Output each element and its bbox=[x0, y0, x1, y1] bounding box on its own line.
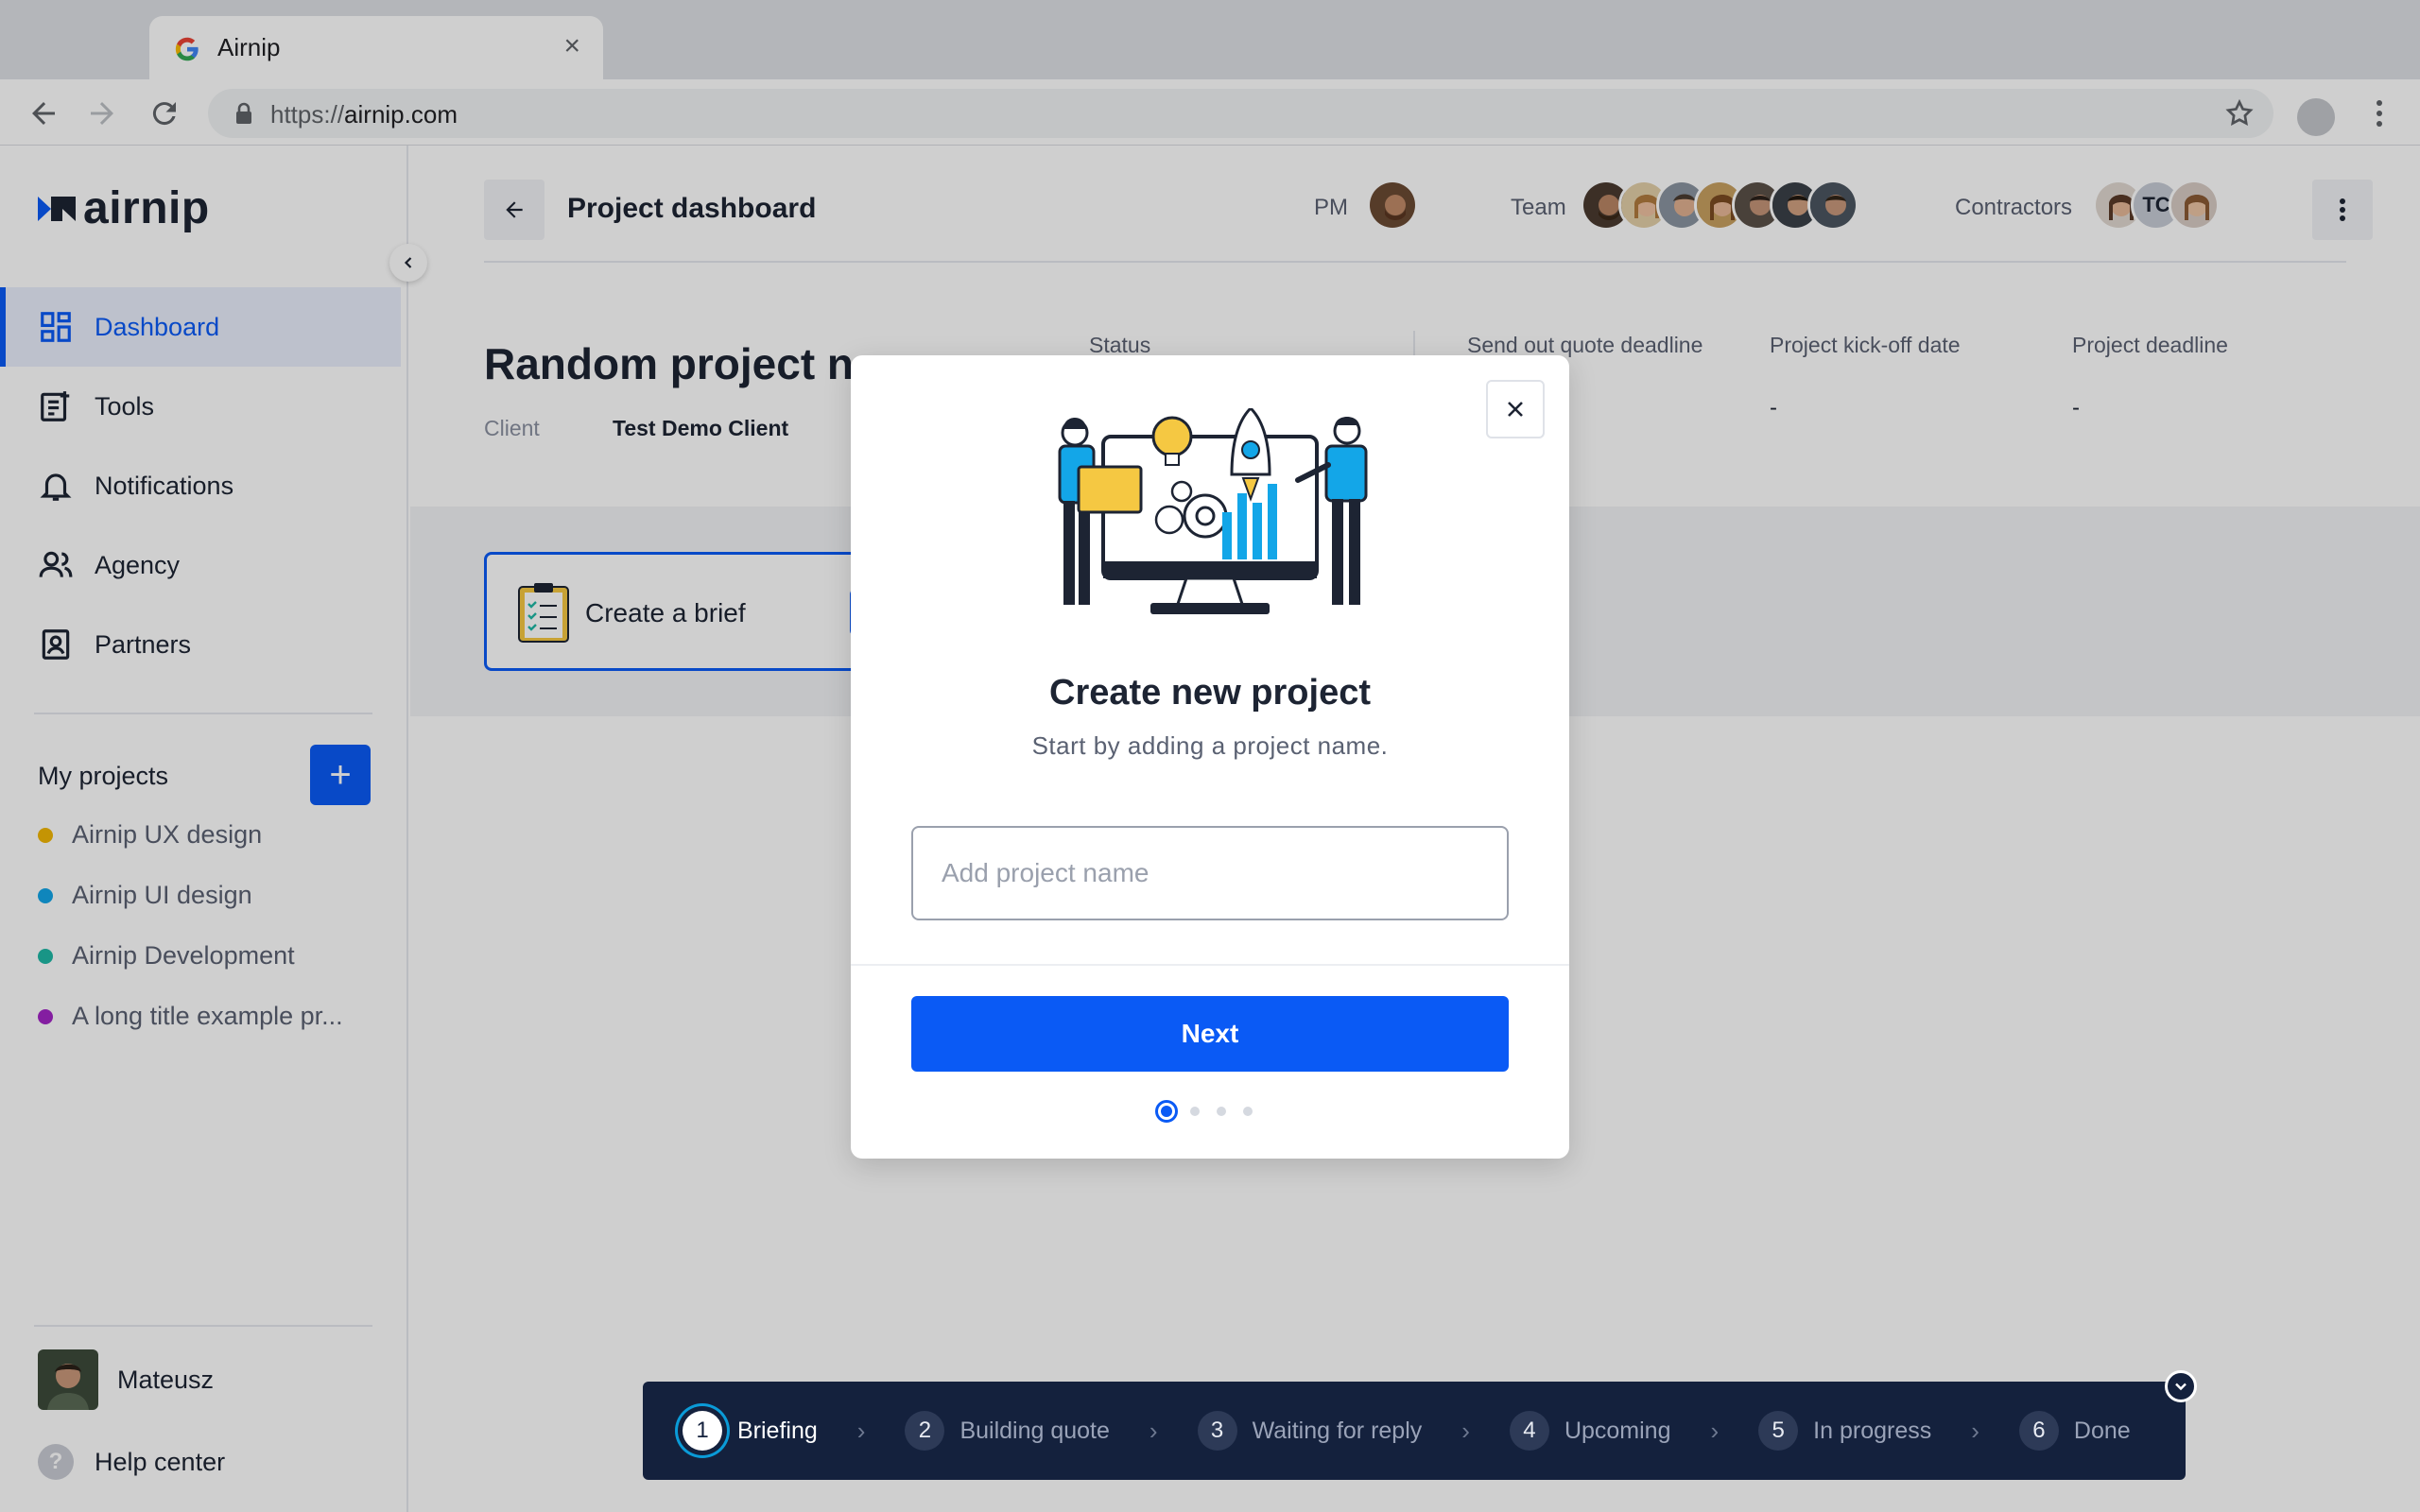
chevron-right-icon: › bbox=[1971, 1416, 1979, 1445]
project-stage-stepper: 1 Briefing › 2 Building quote › 3 Waiting f… bbox=[643, 1382, 2186, 1480]
step-label: Waiting for reply bbox=[1252, 1417, 1423, 1444]
close-modal-button[interactable] bbox=[1486, 380, 1545, 438]
chevron-right-icon: › bbox=[1149, 1416, 1158, 1445]
stage-step[interactable]: 1 Briefing bbox=[683, 1411, 818, 1451]
step-number: 1 bbox=[683, 1411, 722, 1451]
stage-step[interactable]: 3 Waiting for reply bbox=[1197, 1411, 1423, 1451]
step-label: Building quote bbox=[959, 1417, 1110, 1444]
step-dot bbox=[1190, 1107, 1200, 1116]
step-dot bbox=[1217, 1107, 1226, 1116]
step-number: 4 bbox=[1509, 1411, 1549, 1451]
stage-step[interactable]: 5 In progress bbox=[1758, 1411, 1931, 1451]
step-label: Briefing bbox=[737, 1417, 818, 1444]
chevron-right-icon: › bbox=[856, 1416, 866, 1445]
modal-subtitle: Start by adding a project name. bbox=[1031, 731, 1389, 760]
step-number: 3 bbox=[1197, 1411, 1237, 1451]
modal-step-indicator bbox=[1155, 1100, 1261, 1123]
project-name-input[interactable] bbox=[911, 826, 1509, 920]
project-illustration bbox=[1058, 408, 1368, 614]
modal-divider bbox=[851, 964, 1569, 966]
step-dot bbox=[1243, 1107, 1253, 1116]
step-number: 6 bbox=[2018, 1411, 2059, 1451]
stepper-collapse-button[interactable] bbox=[2165, 1370, 2197, 1402]
step-number: 5 bbox=[1758, 1411, 1799, 1451]
stage-step[interactable]: 2 Building quote bbox=[905, 1411, 1110, 1451]
next-button[interactable]: Next bbox=[911, 996, 1509, 1072]
step-label: In progress bbox=[1813, 1417, 1932, 1444]
modal-title: Create new project bbox=[1049, 673, 1371, 713]
chevron-down-icon bbox=[2175, 1383, 2187, 1391]
step-dot-active bbox=[1155, 1100, 1178, 1123]
chevron-right-icon: › bbox=[1710, 1416, 1720, 1445]
chevron-right-icon: › bbox=[1461, 1416, 1470, 1445]
step-label: Upcoming bbox=[1564, 1417, 1671, 1444]
step-number: 2 bbox=[905, 1411, 945, 1451]
create-project-modal: Create new project Start by adding a pro… bbox=[851, 355, 1569, 1159]
close-icon bbox=[1508, 402, 1523, 417]
stage-step[interactable]: 6 Done bbox=[2018, 1411, 2131, 1451]
step-label: Done bbox=[2073, 1417, 2131, 1444]
stage-step[interactable]: 4 Upcoming bbox=[1509, 1411, 1671, 1451]
